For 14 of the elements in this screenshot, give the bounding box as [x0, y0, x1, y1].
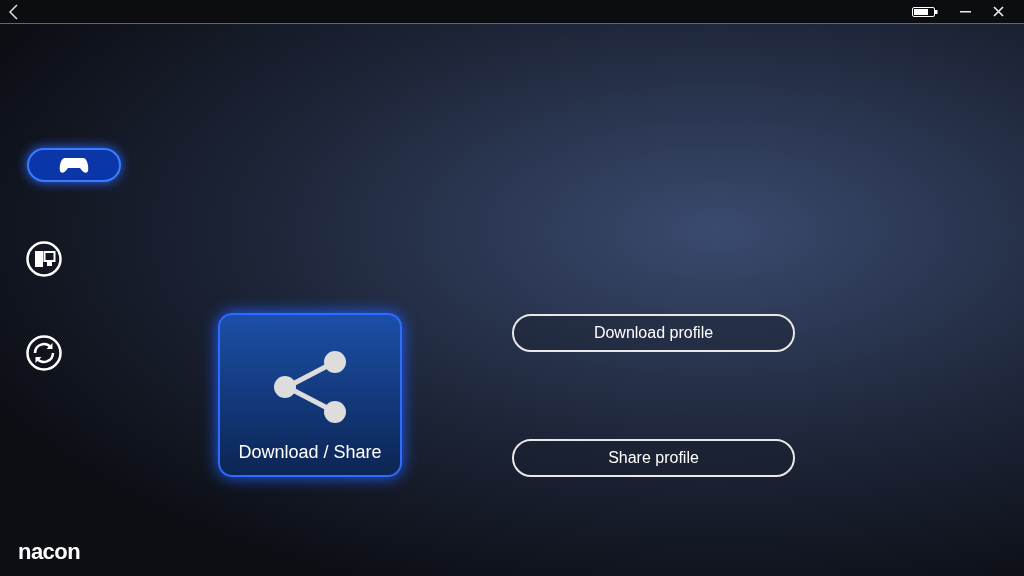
brand-logo: nacon	[18, 538, 82, 566]
back-icon[interactable]	[8, 3, 18, 20]
computer-icon	[26, 241, 62, 277]
battery-icon	[912, 6, 938, 17]
download-share-tile[interactable]: Download / Share	[218, 313, 402, 477]
tile-label: Download / Share	[238, 441, 382, 464]
sidebar-item[interactable]	[27, 148, 121, 182]
minimize-icon[interactable]	[960, 10, 971, 13]
share-icon	[271, 351, 349, 423]
profile-button[interactable]: Download profile	[512, 314, 795, 352]
close-icon[interactable]	[993, 6, 1004, 17]
gamepad-icon	[59, 156, 89, 174]
profile-button[interactable]: Share profile	[512, 439, 795, 477]
sync-icon	[26, 335, 62, 371]
